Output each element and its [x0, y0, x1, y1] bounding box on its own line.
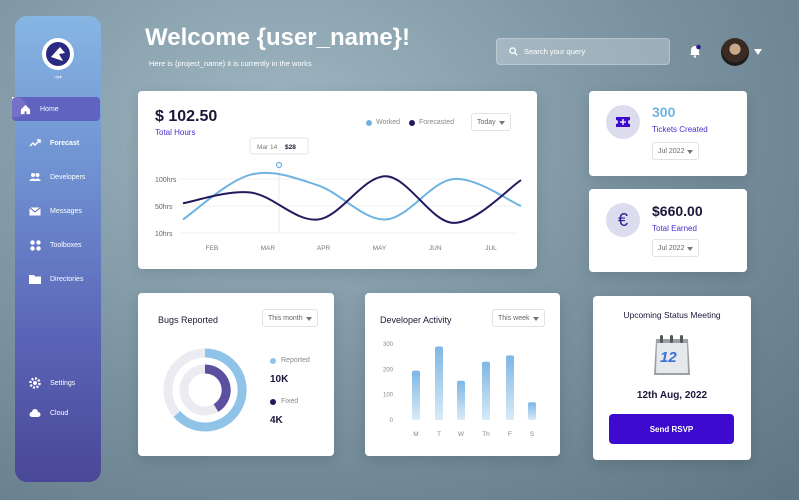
earned-value: $660.00 — [652, 203, 703, 219]
sidebar-item-developers[interactable]: Developers — [20, 165, 104, 189]
page-title: Welcome {user_name}! — [145, 24, 411, 51]
tickets-period-select[interactable]: Jul 2022 — [652, 142, 700, 160]
sidebar-item-label: Toolboxes — [50, 241, 82, 249]
x-tick-label: MAR — [261, 245, 276, 252]
user-avatar[interactable] — [721, 38, 749, 66]
x-tick-label: M — [413, 431, 418, 438]
y-tick-label: 0 — [390, 418, 394, 424]
gear-icon — [28, 376, 42, 390]
sidebar-item-messages[interactable]: Messages — [20, 199, 104, 223]
notification-bell-icon[interactable] — [688, 44, 702, 58]
reported-value: 10K — [270, 374, 289, 385]
y-tick-label: 50hrs — [155, 204, 173, 211]
y-tick-label: 10hrs — [155, 231, 173, 238]
sidebar-item-label: Cloud — [50, 409, 69, 417]
calendar-day: 12 — [660, 349, 677, 366]
meeting-title: Upcoming Status Meeting — [623, 310, 721, 320]
x-tick-label: FEB — [206, 245, 219, 252]
x-tick-label: T — [437, 431, 441, 438]
y-tick-label: 200 — [383, 367, 394, 373]
x-tick-label: F — [508, 431, 512, 438]
earned-label: Total Earned — [652, 224, 697, 233]
tickets-card: 300 Tickets Created Jul 2022 — [589, 91, 747, 176]
logo-text: Ug● — [54, 74, 62, 79]
send-rsvp-button[interactable]: Send RSVP — [609, 414, 734, 444]
bugs-period-select[interactable]: This month — [262, 309, 318, 327]
sidebar-item-label: Settings — [50, 379, 76, 387]
search-icon — [509, 47, 518, 56]
sidebar-item-label: Forecast — [50, 139, 80, 147]
y-tick-label: 100hrs — [155, 177, 177, 184]
bugs-donut-chart — [163, 348, 247, 432]
tooltip-date: Mar 14 — [257, 144, 278, 151]
sidebar-item-directories[interactable]: Directories — [20, 267, 104, 291]
sidebar-item-toolboxes[interactable]: Toolboxes — [20, 233, 104, 257]
people-icon — [28, 170, 42, 184]
bugs-card: Bugs Reported This month Reported 10K Fi… — [138, 293, 334, 456]
sidebar-item-cloud[interactable]: Cloud — [20, 401, 104, 425]
bar-F — [506, 355, 514, 420]
x-tick-label: S — [530, 431, 535, 438]
fixed-legend: Fixed — [270, 398, 298, 405]
reported-legend: Reported — [270, 357, 310, 364]
x-tick-label: JUN — [429, 245, 442, 252]
fixed-dot — [270, 398, 276, 405]
sidebar-item-label: Developers — [50, 173, 86, 181]
hours-line-chart: 100hrs 50hrs 10hrs FEB MAR APR MAY JUN JUL Mar 14… — [155, 137, 522, 252]
x-tick-label: MAY — [373, 245, 387, 252]
logo-icon — [46, 42, 70, 66]
grid-icon — [28, 238, 42, 252]
x-tick-label: W — [458, 431, 465, 438]
tooltip-value: $28 — [285, 144, 296, 151]
meeting-date: 12th Aug, 2022 — [636, 390, 708, 401]
chart-tooltip: Mar 14 $28 — [249, 137, 309, 155]
x-tick-label: JUL — [485, 245, 497, 252]
reported-label: Reported — [281, 357, 310, 364]
earned-period-select[interactable]: Jul 2022 — [652, 239, 700, 257]
bar-M — [412, 370, 420, 420]
tickets-value: 300 — [652, 104, 676, 120]
tickets-label: Tickets Created — [652, 125, 708, 134]
meeting-card: Upcoming Status Meeting 12 12th Aug, 202… — [593, 296, 751, 460]
activity-bar-chart: 0 100 200 300 M T W Th F S — [383, 342, 536, 438]
bar-T — [435, 346, 443, 420]
sidebar-item-label: Directories — [50, 275, 84, 283]
x-tick-label: APR — [317, 245, 331, 252]
earned-card: € $660.00 Total Earned Jul 2022 — [589, 189, 747, 272]
cloud-icon — [28, 406, 42, 420]
sidebar-item-label: Messages — [50, 207, 82, 215]
bugs-title: Bugs Reported — [158, 315, 219, 325]
y-tick-label: 100 — [383, 393, 394, 399]
folder-icon — [28, 272, 42, 286]
search-bar[interactable] — [496, 38, 670, 65]
series-line-forecasted — [182, 175, 522, 224]
bar-S — [528, 402, 536, 420]
trend-icon — [28, 136, 42, 150]
bar-Th — [482, 361, 490, 420]
sidebar-item-forecast[interactable]: Forecast — [20, 131, 104, 155]
tooltip-point — [275, 161, 283, 169]
y-tick-label: 300 — [383, 342, 394, 348]
x-tick-label: Th — [482, 431, 490, 438]
activity-card: Developer Activity This week 0 100 200 300 M… — [365, 293, 560, 456]
reported-dot — [270, 357, 276, 364]
sidebar-item-label: Home — [40, 105, 59, 113]
search-input[interactable] — [524, 47, 664, 56]
sidebar-item-home[interactable]: Home — [12, 97, 100, 121]
fixed-label: Fixed — [281, 398, 299, 405]
fixed-value: 4K — [270, 415, 283, 426]
home-icon — [18, 102, 32, 116]
sidebar-item-settings[interactable]: Settings — [20, 371, 104, 395]
mail-icon — [28, 204, 42, 218]
ticket-icon — [606, 105, 640, 139]
hours-card: $ 102.50 Total Hours Worked Forecasted T… — [138, 91, 537, 269]
euro-icon: € — [606, 203, 640, 237]
bar-W — [457, 380, 465, 420]
chevron-down-icon[interactable] — [754, 49, 762, 55]
page-subtitle: Here is {project_name} it is currently i… — [149, 59, 312, 68]
app-logo[interactable] — [42, 38, 74, 70]
